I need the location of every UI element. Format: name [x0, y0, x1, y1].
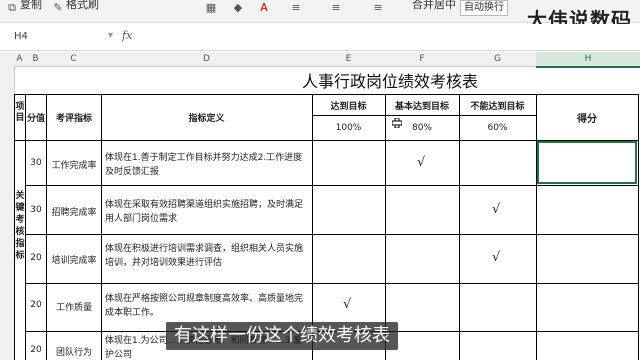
pct-reach[interactable]: 100%: [312, 123, 385, 133]
row-header-strip[interactable]: [0, 66, 15, 360]
header-score[interactable]: 得分: [536, 110, 638, 125]
header-score-value[interactable]: 分值: [26, 111, 46, 124]
col-header-f[interactable]: F: [385, 52, 460, 67]
check-mark[interactable]: √: [343, 297, 351, 312]
check-mark[interactable]: √: [492, 250, 500, 265]
header-definition[interactable]: 指标定义: [101, 111, 312, 124]
crosshair-cursor-icon: [392, 118, 402, 128]
header-reach[interactable]: 达到目标: [312, 99, 385, 112]
row-definition[interactable]: 体现在严格按照公司规章制度高效率、高质量地完成本职工作。: [105, 292, 308, 320]
row-score-value[interactable]: 30: [26, 158, 46, 168]
formula-input[interactable]: [170, 28, 630, 46]
video-subtitle: 有这样一份这个绩效考核表: [166, 322, 398, 350]
selected-cell-h4[interactable]: [537, 141, 637, 184]
row-definition[interactable]: 体现在1.善于制定工作目标并努力达成2.工作进度及时反馈汇报: [105, 151, 308, 179]
fill-color-icon[interactable]: ◆: [232, 2, 244, 14]
check-mark[interactable]: √: [417, 155, 425, 170]
row-score-value[interactable]: 20: [26, 300, 46, 310]
header-not-reach[interactable]: 不能达到目标: [459, 99, 536, 112]
header-indicator[interactable]: 考评指标: [48, 111, 100, 124]
border-icon[interactable]: ▦: [205, 2, 217, 14]
pct-not-reach[interactable]: 60%: [459, 123, 536, 133]
row-indicator[interactable]: 招聘完成率: [47, 205, 101, 218]
sheet-title[interactable]: 人事行政岗位绩效考核表: [240, 68, 540, 92]
row-score-value[interactable]: 30: [26, 205, 46, 215]
align-left-icon[interactable]: ≡: [290, 2, 302, 14]
row-score-value[interactable]: 20: [26, 345, 46, 355]
header-item[interactable]: 项目: [15, 102, 25, 124]
header-basic-reach[interactable]: 基本达到目标: [385, 99, 459, 112]
namebox-dropdown-icon[interactable]: ▾: [108, 30, 113, 41]
row-indicator[interactable]: 培训完成率: [47, 253, 101, 266]
check-mark[interactable]: √: [492, 202, 500, 217]
col-header-d[interactable]: D: [101, 52, 313, 67]
col-header-e[interactable]: E: [312, 52, 386, 67]
copy-icon[interactable]: ⧉: [6, 2, 18, 14]
format-painter-icon[interactable]: ✎: [52, 2, 64, 14]
name-box[interactable]: H4: [14, 29, 104, 45]
col-header-c[interactable]: C: [46, 52, 102, 67]
row-score-value[interactable]: 20: [26, 253, 46, 263]
align-center-icon[interactable]: ≡: [330, 2, 342, 14]
col-header-g[interactable]: G: [459, 52, 537, 67]
row-indicator[interactable]: 团队行为: [47, 345, 101, 358]
row-indicator[interactable]: 工作完成率: [47, 158, 101, 171]
col-header-h[interactable]: H: [536, 52, 640, 68]
row-indicator[interactable]: 工作质量: [47, 300, 101, 313]
formula-bar: H4 ▾ fx: [0, 24, 640, 51]
format-painter-button[interactable]: 格式刷: [66, 0, 99, 12]
function-icon[interactable]: fx: [122, 29, 132, 42]
row-definition[interactable]: 体现在采取有效招聘渠道组织实施招聘，及时满足用人部门岗位需求: [105, 198, 308, 226]
col-header-b[interactable]: B: [25, 52, 47, 67]
merge-center-button[interactable]: 合并居中: [412, 0, 456, 12]
font-color-icon[interactable]: A: [258, 2, 270, 14]
wrap-text-button[interactable]: 自动换行: [460, 0, 508, 16]
row-definition[interactable]: 体现在积极进行培训需求调查，组织相关人员实施培训，并对培训效果进行评估: [105, 242, 308, 270]
category-key-indicators[interactable]: 关键考核指标: [15, 190, 25, 262]
align-right-icon[interactable]: ≡: [372, 2, 384, 14]
select-all-corner[interactable]: [0, 52, 15, 67]
copy-button[interactable]: 复制: [20, 0, 42, 12]
